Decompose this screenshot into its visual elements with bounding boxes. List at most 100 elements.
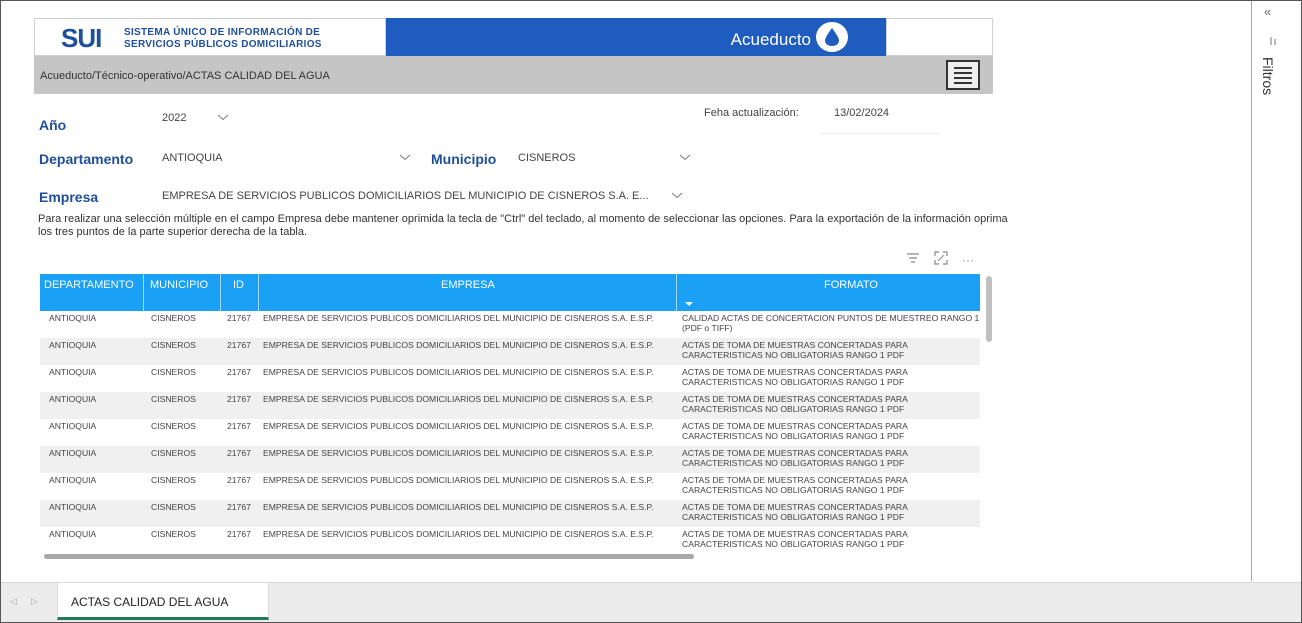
- year-dropdown[interactable]: 2022: [155, 107, 235, 129]
- year-value: 2022: [162, 112, 187, 124]
- table-row[interactable]: ANTIOQUIA CISNEROS 21767 EMPRESA DE SERV…: [40, 392, 980, 419]
- table-row[interactable]: ANTIOQUIA CISNEROS 21767 EMPRESA DE SERV…: [40, 446, 980, 473]
- department-label: Departamento: [39, 151, 134, 167]
- sort-descending-icon[interactable]: [685, 302, 693, 306]
- column-header-formato[interactable]: FORMATO: [824, 279, 878, 291]
- cell-municipio: CISNEROS: [151, 475, 196, 485]
- cell-departamento: ANTIOQUIA: [49, 313, 97, 323]
- service-name: Acueducto: [730, 30, 811, 49]
- cell-departamento: ANTIOQUIA: [49, 421, 97, 431]
- column-header-empresa[interactable]: EMPRESA: [441, 279, 495, 291]
- cell-departamento: ANTIOQUIA: [49, 529, 97, 539]
- cell-id: 21767: [227, 421, 251, 431]
- cell-departamento: ANTIOQUIA: [49, 367, 97, 377]
- cell-formato: ACTAS DE TOMA DE MUESTRAS CONCERTADAS PA…: [682, 448, 908, 468]
- update-date-label: Feha actualización:: [704, 107, 799, 119]
- table-header: DEPARTAMENTO MUNICIPIO ID EMPRESA FORMAT…: [40, 274, 980, 311]
- cell-municipio: CISNEROS: [151, 529, 196, 539]
- water-drop-icon: [816, 22, 848, 52]
- vertical-scrollbar-thumb[interactable]: [986, 276, 992, 342]
- cell-empresa: EMPRESA DE SERVICIOS PUBLICOS DOMICILIAR…: [263, 367, 654, 377]
- cell-formato: ACTAS DE TOMA DE MUESTRAS CONCERTADAS PA…: [682, 475, 908, 495]
- table-body: ANTIOQUIA CISNEROS 21767 EMPRESA DE SERV…: [40, 311, 980, 554]
- municipality-dropdown[interactable]: CISNEROS: [511, 147, 697, 169]
- company-label: Empresa: [39, 189, 99, 205]
- year-label: Año: [39, 117, 67, 133]
- breadcrumb: Acueducto/Técnico-operativo/ACTAS CALIDA…: [40, 70, 330, 82]
- cell-formato: ACTAS DE TOMA DE MUESTRAS CONCERTADAS PA…: [682, 367, 908, 387]
- cell-id: 21767: [227, 367, 251, 377]
- table-row[interactable]: ANTIOQUIA CISNEROS 21767 EMPRESA DE SERV…: [40, 338, 980, 365]
- filters-pane-divider: [1251, 1, 1252, 581]
- table-row[interactable]: ANTIOQUIA CISNEROS 21767 EMPRESA DE SERV…: [40, 473, 980, 500]
- table-row[interactable]: ANTIOQUIA CISNEROS 21767 EMPRESA DE SERV…: [40, 500, 980, 527]
- cell-departamento: ANTIOQUIA: [49, 394, 97, 404]
- cell-formato: ACTAS DE TOMA DE MUESTRAS CONCERTADAS PA…: [682, 394, 908, 414]
- vertical-scrollbar[interactable]: [985, 274, 993, 560]
- filters-pane-label[interactable]: Filtros: [1260, 57, 1276, 95]
- cell-departamento: ANTIOQUIA: [49, 340, 97, 350]
- cell-formato: CALIDAD ACTAS DE CONCERTACION PUNTOS DE …: [682, 313, 980, 333]
- table-row[interactable]: ANTIOQUIA CISNEROS 21767 EMPRESA DE SERV…: [40, 527, 980, 554]
- cell-municipio: CISNEROS: [151, 340, 196, 350]
- municipality-value: CISNEROS: [518, 152, 576, 164]
- table-row[interactable]: ANTIOQUIA CISNEROS 21767 EMPRESA DE SERV…: [40, 419, 980, 446]
- page-tab-bar: ◁ ▷ ACTAS CALIDAD DEL AGUA: [1, 582, 1301, 622]
- collapse-filters-icon[interactable]: «: [1264, 4, 1271, 19]
- org-name-line2: SERVICIOS PÚBLICOS DOMICILIARIOS: [124, 39, 322, 50]
- cell-empresa: EMPRESA DE SERVICIOS PUBLICOS DOMICILIAR…: [263, 421, 654, 431]
- cell-departamento: ANTIOQUIA: [49, 475, 97, 485]
- municipality-label: Municipio: [431, 151, 497, 167]
- more-options-button[interactable]: ···: [962, 253, 974, 267]
- cell-empresa: EMPRESA DE SERVICIOS PUBLICOS DOMICILIAR…: [263, 394, 654, 404]
- horizontal-scrollbar-thumb[interactable]: [44, 554, 694, 559]
- tab-label: ACTAS CALIDAD DEL AGUA: [71, 595, 229, 609]
- cell-municipio: CISNEROS: [151, 394, 196, 404]
- header-banner: SUI SISTEMA ÚNICO DE INFORMACIÓN DE SERV…: [34, 18, 993, 56]
- focus-mode-icon[interactable]: [934, 250, 948, 270]
- cell-empresa: EMPRESA DE SERVICIOS PUBLICOS DOMICILIAR…: [263, 340, 654, 350]
- cell-empresa: EMPRESA DE SERVICIOS PUBLICOS DOMICILIAR…: [263, 502, 654, 512]
- sui-brand-block: SUI SISTEMA ÚNICO DE INFORMACIÓN DE SERV…: [34, 18, 386, 56]
- cell-departamento: ANTIOQUIA: [49, 448, 97, 458]
- cell-formato: ACTAS DE TOMA DE MUESTRAS CONCERTADAS PA…: [682, 529, 908, 549]
- chevron-down-icon: [679, 151, 691, 163]
- cell-id: 21767: [227, 313, 251, 323]
- department-dropdown[interactable]: ANTIOQUIA: [155, 147, 417, 169]
- cell-id: 21767: [227, 529, 251, 539]
- table-row[interactable]: ANTIOQUIA CISNEROS 21767 EMPRESA DE SERV…: [40, 311, 980, 338]
- cell-id: 21767: [227, 475, 251, 485]
- chevron-down-icon: [671, 189, 683, 201]
- cell-empresa: EMPRESA DE SERVICIOS PUBLICOS DOMICILIAR…: [263, 448, 654, 458]
- filters-pane-icon[interactable]: [1269, 36, 1277, 48]
- column-header-municipio[interactable]: MUNICIPIO: [150, 279, 208, 291]
- cell-empresa: EMPRESA DE SERVICIOS PUBLICOS DOMICILIAR…: [263, 313, 654, 323]
- cell-formato: ACTAS DE TOMA DE MUESTRAS CONCERTADAS PA…: [682, 502, 908, 522]
- service-banner: Acueducto: [386, 18, 886, 56]
- cell-municipio: CISNEROS: [151, 502, 196, 512]
- data-table: DEPARTAMENTO MUNICIPIO ID EMPRESA FORMAT…: [40, 274, 993, 560]
- report-document-icon[interactable]: [946, 60, 980, 90]
- cell-municipio: CISNEROS: [151, 313, 196, 323]
- tab-next-icon[interactable]: ▷: [31, 596, 38, 607]
- tab-prev-icon[interactable]: ◁: [10, 596, 17, 607]
- instructions-text: Para realizar una selección múltiple en …: [38, 213, 1008, 238]
- cell-municipio: CISNEROS: [151, 367, 196, 377]
- tab-actas-calidad-del-agua[interactable]: ACTAS CALIDAD DEL AGUA: [57, 583, 269, 620]
- update-date-value: 13/02/2024: [834, 107, 890, 119]
- cell-empresa: EMPRESA DE SERVICIOS PUBLICOS DOMICILIAR…: [263, 529, 654, 539]
- table-row[interactable]: ANTIOQUIA CISNEROS 21767 EMPRESA DE SERV…: [40, 365, 980, 392]
- column-header-id[interactable]: ID: [233, 279, 244, 291]
- cell-formato: ACTAS DE TOMA DE MUESTRAS CONCERTADAS PA…: [682, 421, 908, 441]
- report-canvas: SUI SISTEMA ÚNICO DE INFORMACIÓN DE SERV…: [0, 0, 1302, 623]
- cell-id: 21767: [227, 340, 251, 350]
- cell-id: 21767: [227, 394, 251, 404]
- cell-municipio: CISNEROS: [151, 448, 196, 458]
- column-header-departamento[interactable]: DEPARTAMENTO: [44, 279, 134, 291]
- cell-departamento: ANTIOQUIA: [49, 502, 97, 512]
- filter-icon[interactable]: [906, 251, 920, 269]
- company-dropdown[interactable]: EMPRESA DE SERVICIOS PUBLICOS DOMICILIAR…: [155, 185, 689, 207]
- department-value: ANTIOQUIA: [162, 152, 223, 164]
- table-toolbar: ···: [906, 250, 974, 270]
- cell-id: 21767: [227, 502, 251, 512]
